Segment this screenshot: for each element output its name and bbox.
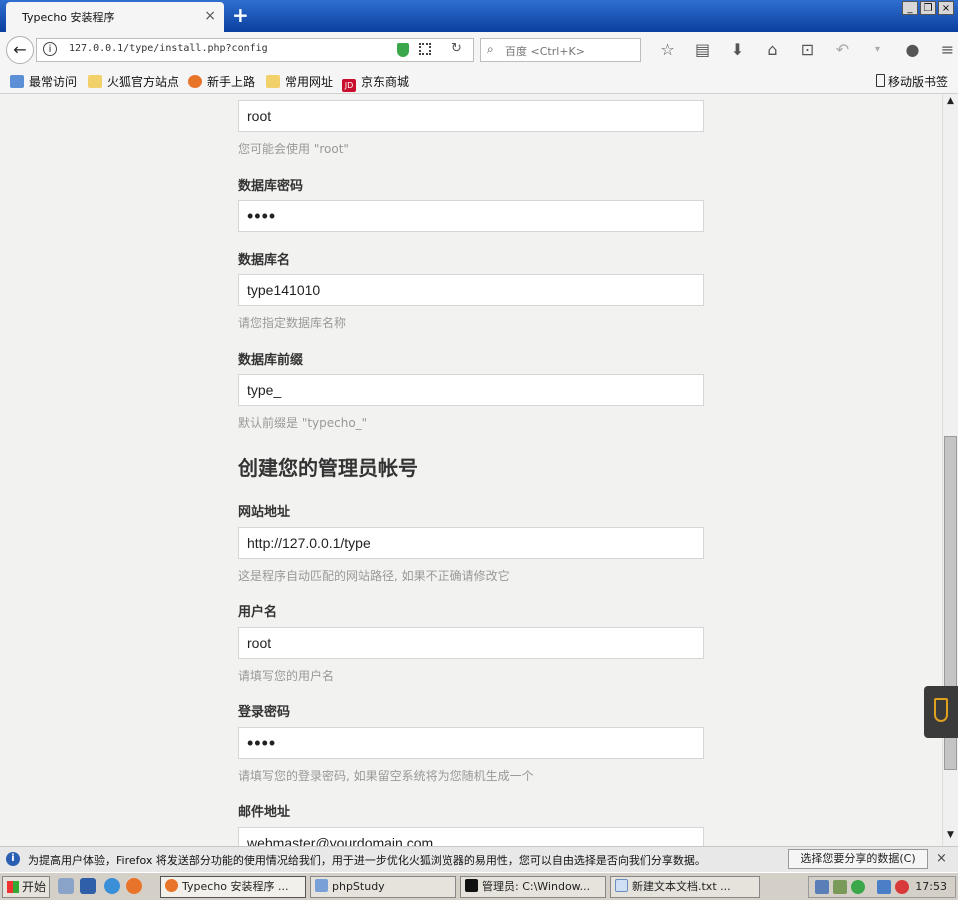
page-content: 您可能会使用 "root" 数据库密码 数据库名 请您指定数据库名称 数据库前缀…: [0, 94, 942, 846]
home-icon[interactable]: ⌂: [755, 38, 790, 62]
db-prefix-hint: 默认前缀是 "typecho_": [238, 416, 368, 430]
taskbar-item-cmd[interactable]: 管理员: C:\Window...: [460, 876, 606, 898]
notification-text: 为提高用户体验，Firefox 将发送部分功能的使用情况给我们，用于进一步优化火…: [28, 854, 706, 867]
tab-close-icon[interactable]: ×: [204, 8, 216, 24]
windows-logo-icon: [7, 881, 19, 893]
new-tab-button[interactable]: +: [232, 4, 249, 26]
bookmarks-bar: 最常访问 火狐官方站点 新手上路 常用网址 JD 京东商城 移动版书签: [0, 68, 958, 94]
email-label: 邮件地址: [238, 805, 291, 820]
taskbar-item-firefox[interactable]: Typecho 安装程序 ...: [160, 876, 306, 898]
qr-code-icon[interactable]: [419, 43, 431, 55]
username-hint: 请填写您的用户名: [238, 669, 335, 683]
admin-section-heading: 创建您的管理员帐号: [238, 456, 418, 480]
scroll-up-arrow-icon[interactable]: ▲: [943, 96, 958, 110]
db-name-hint: 请您指定数据库名称: [238, 316, 347, 330]
folder-icon: [266, 75, 280, 88]
url-text[interactable]: 127.0.0.1/type/install.php?config: [69, 43, 268, 54]
back-button[interactable]: ←: [6, 36, 34, 64]
star-icon[interactable]: ☆: [650, 38, 685, 62]
phpstudy-icon: [315, 879, 328, 892]
tray-check-icon[interactable]: [851, 880, 865, 894]
site-url-hint: 这是程序自动匹配的网站路径, 如果不正确请修改它: [238, 569, 510, 583]
db-name-input[interactable]: [238, 274, 704, 306]
search-icon: ⌕: [487, 42, 494, 56]
email-input[interactable]: [238, 827, 704, 846]
clock: 17:53: [915, 880, 947, 893]
db-password-input[interactable]: [238, 200, 704, 232]
console-icon: [465, 879, 478, 892]
site-url-label: 网站地址: [238, 505, 291, 520]
db-prefix-label: 数据库前缀: [238, 353, 304, 368]
quicklaunch-desktop-icon[interactable]: [80, 878, 96, 894]
info-icon: i: [6, 852, 20, 866]
bookmark-most-visited[interactable]: 最常访问: [10, 73, 77, 90]
bookmark-folder-icon: [10, 75, 24, 88]
title-bar: Typecho 安装程序 × + _ ❐ ×: [0, 0, 958, 32]
db-prefix-input[interactable]: [238, 374, 704, 406]
bookmark-getting-started[interactable]: 新手上路: [188, 73, 255, 90]
login-password-input[interactable]: [238, 727, 704, 759]
tray-tool-icon[interactable]: [833, 880, 847, 894]
navigation-bar: ← i 127.0.0.1/type/install.php?config ↻ …: [0, 32, 958, 68]
taskbar-item-phpstudy[interactable]: phpStudy: [310, 876, 456, 898]
download-icon[interactable]: ⬇: [720, 38, 755, 62]
close-notification-icon[interactable]: ×: [936, 851, 947, 866]
restore-button[interactable]: ❐: [920, 1, 936, 15]
info-icon[interactable]: i: [43, 42, 57, 56]
quicklaunch-ie-icon[interactable]: [104, 878, 120, 894]
bookmark-jd-mall[interactable]: JD 京东商城: [342, 73, 409, 92]
close-window-button[interactable]: ×: [938, 1, 954, 15]
quicklaunch-firefox-icon[interactable]: [126, 878, 142, 894]
site-url-input[interactable]: [238, 527, 704, 559]
username-label: 用户名: [238, 605, 278, 620]
minimize-button[interactable]: _: [902, 1, 918, 15]
back-arrow-icon: ←: [13, 40, 27, 59]
tray-network-icon[interactable]: [815, 880, 829, 894]
bookmark-firefox-site[interactable]: 火狐官方站点: [88, 73, 179, 90]
toolbar-icons: ☆ ▤ ⬇ ⌂ ⊡ ↶ ▾ ● ≡: [650, 38, 958, 62]
data-sharing-notification: i 为提高用户体验，Firefox 将发送部分功能的使用情况给我们，用于进一步优…: [0, 846, 958, 872]
shirt-icon: [934, 698, 948, 722]
reading-list-icon[interactable]: ▤: [685, 38, 720, 62]
tray-connection-icon[interactable]: [877, 880, 891, 894]
db-name-label: 数据库名: [238, 253, 291, 268]
window-controls: _ ❐ ×: [902, 1, 954, 15]
reload-icon[interactable]: ↻: [451, 41, 462, 56]
db-user-input[interactable]: [238, 100, 704, 132]
folder-icon: [88, 75, 102, 88]
undo-icon[interactable]: ↶: [825, 38, 860, 62]
taskbar: 开始 Typecho 安装程序 ... phpStudy 管理员: C:\Win…: [0, 872, 958, 900]
bookmark-common-sites[interactable]: 常用网址: [266, 73, 333, 90]
tab-typecho-install[interactable]: Typecho 安装程序 ×: [6, 2, 224, 32]
start-button[interactable]: 开始: [2, 876, 50, 898]
tray-volume-muted-icon[interactable]: [895, 880, 909, 894]
tab-title: Typecho 安装程序: [22, 11, 115, 24]
chat-icon[interactable]: ●: [895, 38, 930, 62]
firefox-icon: [165, 879, 178, 892]
menu-icon[interactable]: ≡: [930, 38, 958, 62]
db-user-hint: 您可能会使用 "root": [238, 142, 349, 156]
choose-share-data-button[interactable]: 选择您要分享的数据(C): [788, 849, 928, 869]
shield-icon[interactable]: [397, 43, 409, 57]
phone-icon: [876, 74, 885, 87]
search-input[interactable]: [503, 41, 637, 61]
firefox-icon: [188, 75, 202, 88]
username-input[interactable]: [238, 627, 704, 659]
mobile-bookmarks[interactable]: 移动版书签: [876, 73, 948, 90]
address-bar[interactable]: i 127.0.0.1/type/install.php?config ↻: [36, 38, 474, 62]
db-password-label: 数据库密码: [238, 179, 304, 194]
screenshot-crop-icon[interactable]: ⊡: [790, 38, 825, 62]
notepad-icon: [615, 879, 628, 892]
quicklaunch-network-icon[interactable]: [58, 878, 74, 894]
system-tray: 17:53: [808, 876, 956, 898]
login-password-label: 登录密码: [238, 705, 291, 720]
side-panel-tab[interactable]: [924, 686, 958, 738]
chevron-down-icon[interactable]: ▾: [860, 38, 895, 62]
jd-logo-icon: JD: [342, 79, 356, 92]
scroll-down-arrow-icon[interactable]: ▼: [943, 830, 958, 844]
search-box[interactable]: ⌕: [480, 38, 641, 62]
taskbar-item-notepad[interactable]: 新建文本文档.txt ...: [610, 876, 760, 898]
login-password-hint: 请填写您的登录密码, 如果留空系统将为您随机生成一个: [238, 769, 534, 783]
